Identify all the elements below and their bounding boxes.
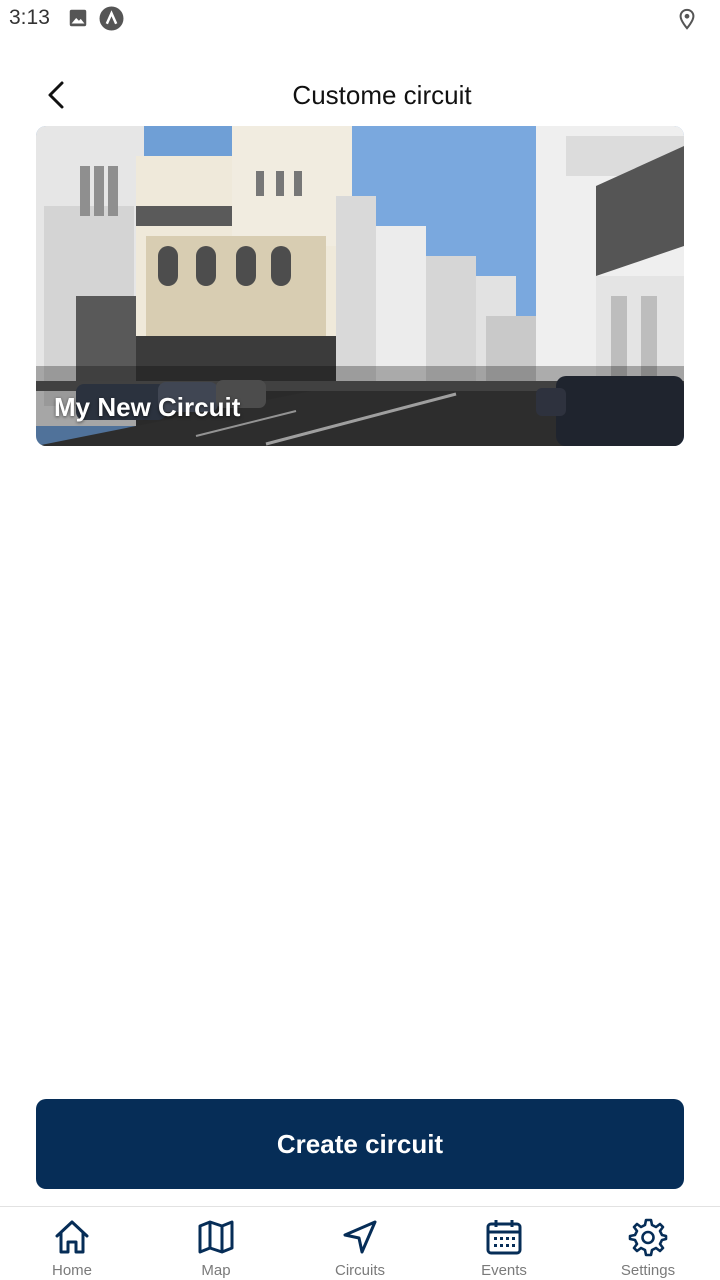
- status-time: 3:13: [9, 6, 50, 29]
- circuit-card[interactable]: My New Circuit: [36, 126, 684, 446]
- nav-label-home: Home: [51, 1262, 92, 1279]
- calendar-icon: [486, 1220, 522, 1255]
- page-title: Custome circuit: [292, 80, 472, 110]
- page-header: Custome circuit: [0, 60, 720, 130]
- navigation-arrow-icon: [343, 1220, 377, 1254]
- status-bar: 3:13: [0, 0, 720, 38]
- gear-icon: [628, 1218, 668, 1257]
- nav-item-circuits[interactable]: Circuits: [288, 1207, 432, 1280]
- image-icon: [67, 7, 89, 34]
- app-a-icon: [99, 6, 124, 36]
- nav-item-events[interactable]: Events: [432, 1207, 576, 1280]
- nav-label-circuits: Circuits: [334, 1262, 385, 1279]
- nav-item-settings[interactable]: Settings: [576, 1207, 720, 1280]
- map-icon: [198, 1220, 234, 1254]
- location-pin-icon: [676, 7, 698, 36]
- nav-item-home[interactable]: Home: [0, 1207, 144, 1280]
- create-circuit-button[interactable]: Create circuit: [36, 1099, 684, 1189]
- nav-label-events: Events: [481, 1262, 527, 1279]
- nav-item-map[interactable]: Map: [144, 1207, 288, 1280]
- home-icon: [55, 1220, 89, 1254]
- nav-label-settings: Settings: [620, 1262, 676, 1279]
- circuit-card-title: My New Circuit: [54, 392, 241, 422]
- bottom-navigation: Home Map Circuits Events Settings: [0, 1206, 720, 1280]
- nav-label-map: Map: [201, 1262, 231, 1279]
